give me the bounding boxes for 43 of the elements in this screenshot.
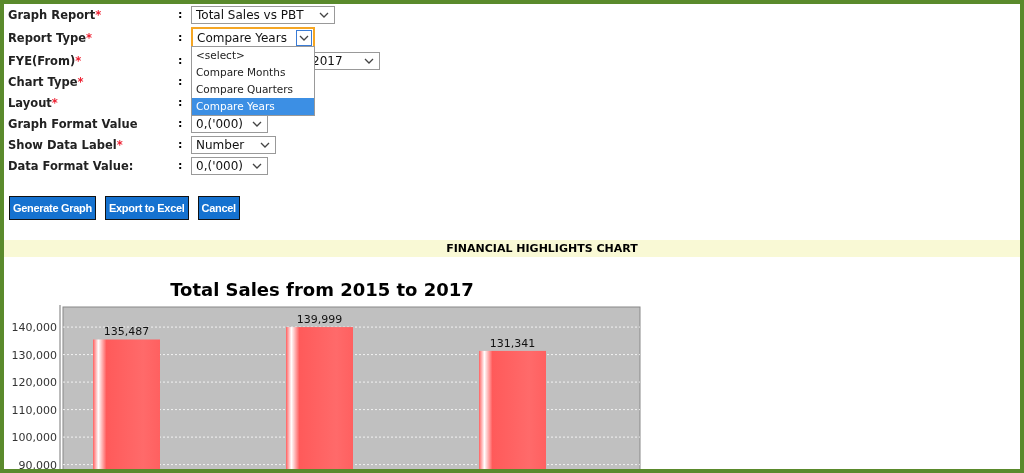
separator-text: : xyxy=(178,96,184,109)
dropdown-field[interactable]: 0,('000) xyxy=(191,156,268,175)
dropdown-option[interactable]: <select> xyxy=(192,47,314,64)
field-label: Report Type* xyxy=(8,30,93,45)
axis-tick-label: 140,000 xyxy=(11,321,57,335)
dropdown-field[interactable]: Compare Years xyxy=(191,26,315,49)
axis-tick-label: 130,000 xyxy=(11,348,57,362)
section-title: FINANCIAL HIGHLIGHTS CHART xyxy=(446,242,638,255)
field-label: FYE(From)* xyxy=(8,53,83,68)
data-label: 131,341 xyxy=(489,336,536,350)
axis-tick-label: 120,000 xyxy=(11,376,57,390)
dropdown-option[interactable]: Compare Quarters xyxy=(192,81,314,98)
field-label: Data Format Value: xyxy=(8,158,135,173)
caret-icon xyxy=(252,162,262,169)
separator-text: : xyxy=(178,31,184,44)
separator-text: : xyxy=(178,117,184,130)
separator-text: : xyxy=(178,8,184,21)
field-label: Layout* xyxy=(8,95,59,110)
action-button[interactable]: Generate Graph xyxy=(9,196,96,220)
separator-text: : xyxy=(178,75,184,88)
dropdown-field[interactable]: Number xyxy=(191,135,276,154)
action-button[interactable]: Cancel xyxy=(197,196,240,220)
caret-icon xyxy=(319,11,329,18)
data-label: 139,999 xyxy=(296,313,343,327)
caret-icon xyxy=(260,141,270,148)
dropdown-option[interactable]: Compare Months xyxy=(192,64,314,81)
field-label: Show Data Label* xyxy=(8,137,124,152)
caret-icon xyxy=(364,57,374,64)
separator-text: : xyxy=(178,159,184,172)
chart-title: Total Sales from 2015 to 2017 xyxy=(169,280,475,300)
axis-tick-label: 110,000 xyxy=(11,403,57,417)
axis-tick-label: 100,000 xyxy=(11,431,57,445)
separator-text: : xyxy=(178,54,184,67)
data-label: 135,487 xyxy=(103,325,150,339)
field-label: Graph Format Value xyxy=(8,116,139,131)
axis-tick-label: 90,000 xyxy=(18,458,57,469)
separator-text: : xyxy=(178,138,184,151)
field-label: Chart Type* xyxy=(8,74,85,89)
caret-icon xyxy=(299,34,309,41)
dropdown-field[interactable]: Total Sales vs PBT xyxy=(191,5,335,24)
action-button[interactable]: Export to Excel xyxy=(104,196,189,220)
field-label: Graph Report* xyxy=(8,7,103,22)
caret-icon xyxy=(252,120,262,127)
